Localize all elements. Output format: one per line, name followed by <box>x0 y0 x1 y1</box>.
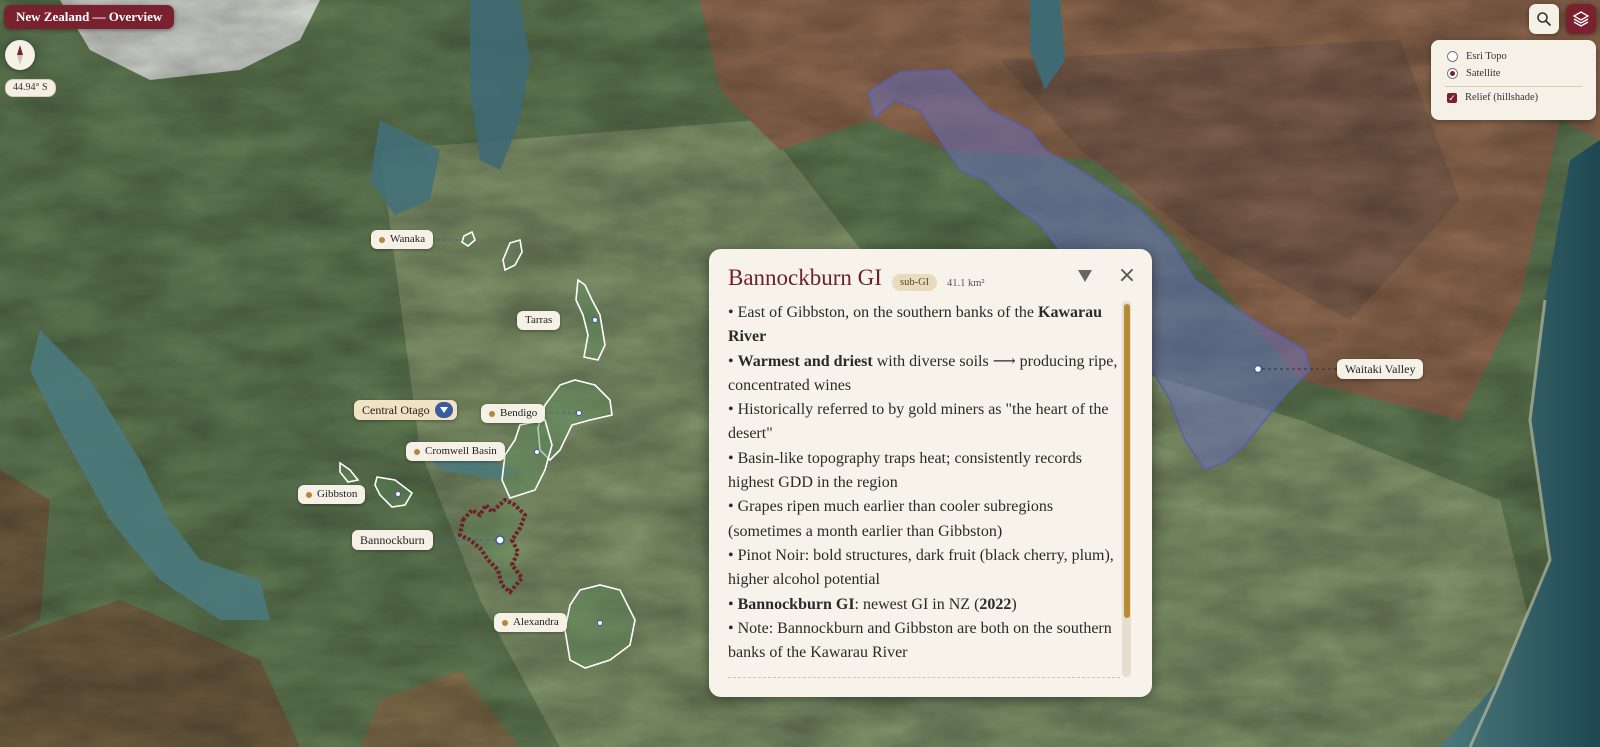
collapse-button[interactable] <box>1076 267 1094 285</box>
place-name: Central Otago <box>362 403 430 417</box>
place-name: Wanaka <box>390 233 426 245</box>
description-line: • East of Gibbston, on the southern bank… <box>728 304 1102 346</box>
satellite-radio[interactable] <box>1447 68 1458 79</box>
description-line: • Warmest and driest with diverse soils … <box>728 352 1118 394</box>
close-icon: × <box>1117 263 1137 288</box>
description-line: • Historically referred to by gold miner… <box>728 401 1109 443</box>
description-line: • Note: Bannockburn and Gibbston are bot… <box>728 619 1112 662</box>
place-label-alexandra[interactable]: Alexandra <box>494 613 567 632</box>
layers-icon <box>1572 11 1590 27</box>
compass-icon <box>17 45 23 65</box>
latitude-readout: 44.94° S <box>5 79 56 97</box>
place-label-tarras[interactable]: Tarras <box>517 311 561 330</box>
place-name: Bannockburn <box>360 533 425 547</box>
relief-checkbox[interactable]: ✓ <box>1447 92 1457 103</box>
place-label-central-otago[interactable]: Central Otago <box>354 400 457 420</box>
expand-button[interactable] <box>434 402 453 418</box>
place-label-cromwell-basin[interactable]: Cromwell Basin <box>406 442 505 461</box>
gi-type-badge: sub-GI <box>892 274 938 291</box>
description-line: • Pinot Noir: bold structures, dark frui… <box>728 546 1114 589</box>
place-label-bendigo[interactable]: Bendigo <box>481 404 546 423</box>
overlay-option-relief[interactable]: ✓ Relief (hillshade) <box>1447 92 1538 103</box>
region-dot-icon <box>502 619 508 626</box>
place-label-waitaki-valley[interactable]: Waitaki Valley <box>1337 359 1424 379</box>
layer-panel: Esri Topo Satellite ✓ Relief (hillshade) <box>1431 40 1596 120</box>
description-line: • Bannockburn GI: newest GI in NZ (2022) <box>728 595 1017 613</box>
place-name: Bendigo <box>500 407 538 419</box>
overlay-label: Relief (hillshade) <box>1465 92 1539 103</box>
close-button[interactable]: × <box>1117 263 1137 288</box>
basemap-option-satellite[interactable]: Satellite <box>1447 68 1500 79</box>
popup-divider <box>728 677 1120 678</box>
area-readout: 41.1 km² <box>947 278 985 289</box>
description-line: • Basin-like topography traps heat; cons… <box>728 449 1082 492</box>
basemap-option-esri-topo[interactable]: Esri Topo <box>1447 51 1507 62</box>
place-name: Gibbston <box>317 488 358 500</box>
place-label-wanaka[interactable]: Wanaka <box>371 230 434 249</box>
triangle-down-icon <box>1078 270 1092 282</box>
region-info-popup: Bannockburn GI sub-GI 41.1 km² × • East … <box>709 249 1152 697</box>
region-dot-icon <box>414 448 420 455</box>
place-name: Alexandra <box>513 616 559 628</box>
place-name: Cromwell Basin <box>425 445 497 457</box>
popup-description: • East of Gibbston, on the southern bank… <box>728 301 1118 673</box>
place-name: Tarras <box>525 314 553 326</box>
esri-topo-radio[interactable] <box>1447 51 1458 62</box>
region-dot-icon <box>379 236 385 243</box>
basemap-label: Esri Topo <box>1466 51 1507 62</box>
place-label-gibbston[interactable]: Gibbston <box>298 485 366 504</box>
chevron-down-icon <box>439 407 448 413</box>
description-line: • Grapes ripen much earlier than cooler … <box>728 498 1054 540</box>
basemap-label: Satellite <box>1466 68 1501 79</box>
search-button[interactable] <box>1529 4 1559 34</box>
popup-scrollbar-thumb[interactable] <box>1124 304 1130 618</box>
layer-divider <box>1445 86 1582 87</box>
search-icon <box>1537 12 1552 27</box>
popup-title: Bannockburn GI <box>728 265 882 290</box>
compass-button[interactable] <box>5 40 35 70</box>
place-name: Waitaki Valley <box>1345 362 1416 376</box>
map-title[interactable]: New Zealand — Overview <box>4 5 175 29</box>
region-dot-icon <box>306 491 312 498</box>
region-dot-icon <box>489 410 495 417</box>
layers-button[interactable] <box>1566 4 1596 34</box>
place-label-bannockburn[interactable]: Bannockburn <box>352 530 433 550</box>
